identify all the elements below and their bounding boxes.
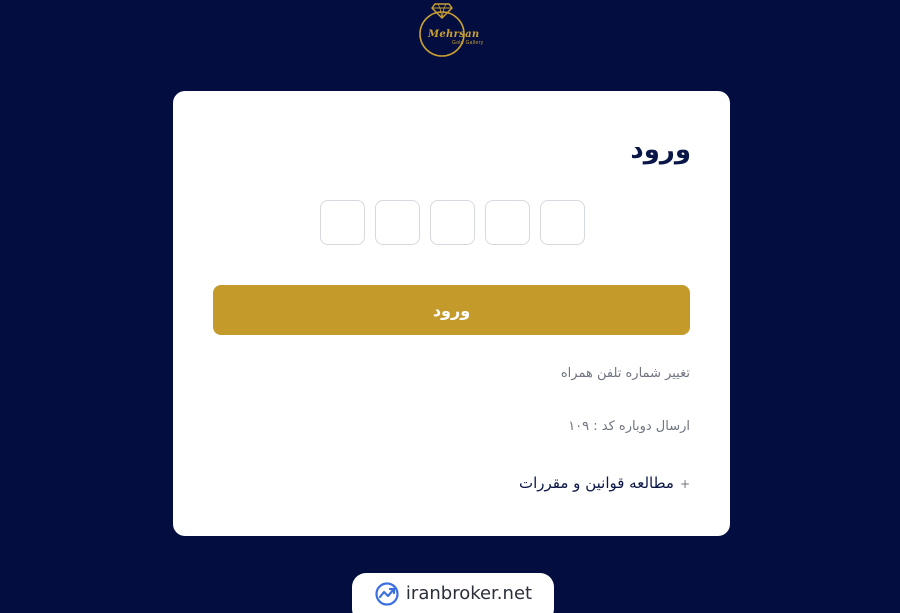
logo-subtitle: Gold Gallery [452,40,484,46]
terms-link[interactable]: + مطالعه قوانین و مقررات [519,474,690,492]
page-title: ورود [630,135,691,165]
otp-digit-3[interactable] [430,200,475,245]
change-phone-link[interactable]: تغییر شماره تلفن همراه [561,366,690,381]
login-card: ورود ورود تغییر شماره تلفن همراه ارسال د… [173,91,730,536]
login-page: Mehrsan Gold Gallery ورود ورود تغییر شما… [0,0,900,613]
logo-name: Mehrsan [428,29,480,40]
resend-code-countdown: ارسال دوباره کد : ۱۰۹ [568,419,690,434]
terms-label: مطالعه قوانین و مقررات [518,474,674,492]
brand-logo: Mehrsan Gold Gallery [410,0,490,60]
watermark-badge: iranbroker.net [352,573,554,613]
chart-trend-icon [375,582,399,606]
login-submit-button[interactable]: ورود [213,285,690,335]
otp-digit-2[interactable] [375,200,420,245]
plus-icon: + [679,477,690,491]
watermark-text: iranbroker.net [405,583,533,604]
otp-digit-4[interactable] [485,200,530,245]
otp-digit-5[interactable] [540,200,585,245]
otp-input-group [320,200,585,245]
otp-digit-1[interactable] [320,200,365,245]
